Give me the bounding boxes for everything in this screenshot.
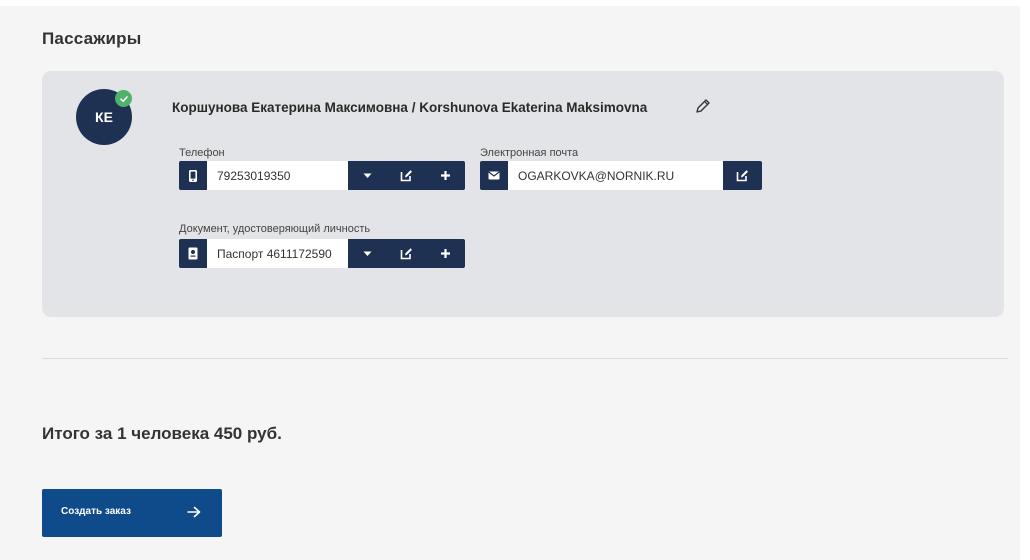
document-input[interactable] <box>207 239 348 268</box>
email-input[interactable] <box>508 161 723 190</box>
document-edit-button[interactable] <box>387 239 426 268</box>
phone-add-button[interactable] <box>426 161 465 190</box>
create-order-button[interactable]: Создать заказ <box>42 489 222 537</box>
edit-icon <box>736 170 748 182</box>
plus-icon <box>441 171 450 180</box>
document-dropdown-button[interactable] <box>348 239 387 268</box>
phone-field-group <box>179 161 465 190</box>
email-label: Электронная почта <box>480 147 579 159</box>
avatar-initials: КЕ <box>95 109 113 125</box>
divider <box>42 358 1008 359</box>
document-icon <box>179 239 207 268</box>
phone-input[interactable] <box>207 161 348 190</box>
caret-down-icon <box>363 251 372 256</box>
edit-icon <box>400 248 412 260</box>
verified-check-icon <box>115 90 132 107</box>
pencil-icon[interactable] <box>694 97 712 115</box>
edit-icon <box>400 170 412 182</box>
phone-icon <box>179 161 207 190</box>
email-edit-button[interactable] <box>723 161 762 190</box>
order-total: Итого за 1 человека 450 руб. <box>42 424 282 443</box>
email-field-group <box>480 161 762 190</box>
plus-icon <box>441 249 450 258</box>
caret-down-icon <box>363 173 372 178</box>
arrow-right-icon <box>187 506 201 518</box>
document-field-group <box>179 239 465 268</box>
document-add-button[interactable] <box>426 239 465 268</box>
passenger-card: КЕ Коршунова Екатерина Максимовна / Kors… <box>42 71 1004 317</box>
phone-edit-button[interactable] <box>387 161 426 190</box>
passenger-name: Коршунова Екатерина Максимовна / Korshun… <box>172 100 648 115</box>
page: Пассажиры КЕ Коршунова Екатерина Максимо… <box>0 6 1020 560</box>
section-title: Пассажиры <box>42 29 142 48</box>
phone-dropdown-button[interactable] <box>348 161 387 190</box>
phone-label: Телефон <box>179 147 225 159</box>
create-order-label: Создать заказ <box>61 506 131 517</box>
document-label: Документ, удостоверяющий личность <box>179 223 371 235</box>
envelope-icon <box>480 161 508 190</box>
